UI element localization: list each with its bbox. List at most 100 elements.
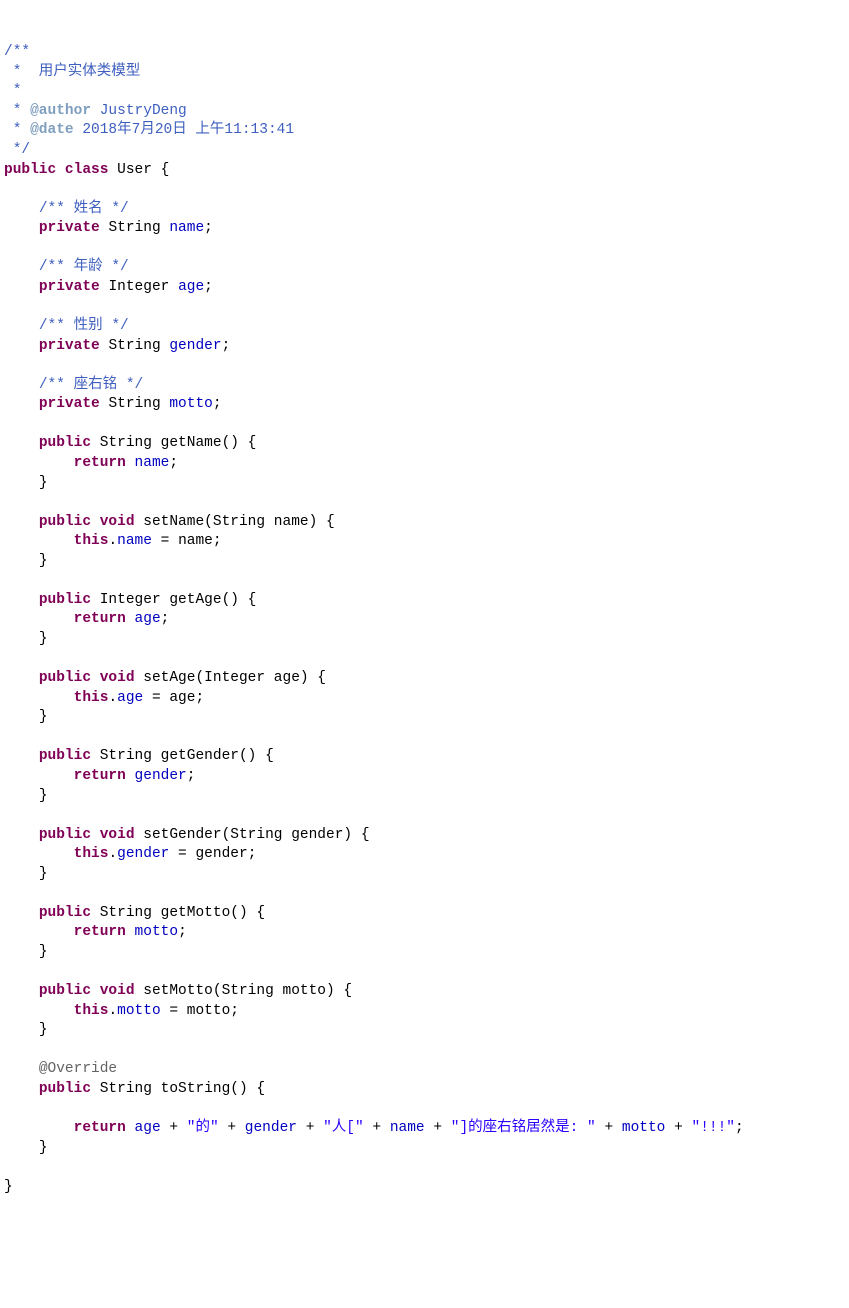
field-name: name [169,220,204,236]
type-string: String [100,1081,152,1097]
paren: () [222,592,239,608]
method-getname: getName [161,435,222,451]
kw-return: return [74,455,126,471]
brace-open: { [335,983,352,999]
ref-age: age [135,611,161,627]
str-ren: "人[" [323,1120,364,1136]
plus: + [596,1120,622,1136]
kw-class: class [65,162,109,178]
eq: = [143,690,169,706]
method-setage: setAge [143,670,195,686]
kw-public: public [4,162,56,178]
javadoc-blank: * [4,83,21,99]
plus: + [297,1120,323,1136]
kw-private: private [39,220,100,236]
param-age: age [169,690,195,706]
paren: () [239,748,256,764]
kw-public: public [39,827,91,843]
paren-close: ) [300,670,309,686]
ref-name: name [117,533,152,549]
param-gender: gender [195,846,247,862]
brace-open: { [317,514,334,530]
ref-motto: motto [135,924,179,940]
type-string: String [100,905,152,921]
javadoc-close: */ [4,142,30,158]
field-gender: gender [169,338,221,354]
type-string: String [108,396,160,412]
ref-age: age [135,1120,161,1136]
eq: = [169,846,195,862]
type-integer: Integer [108,279,169,295]
field-gender-comment: /** 性别 */ [39,318,129,334]
type-integer: Integer [204,670,265,686]
kw-return: return [74,611,126,627]
field-age-comment: /** 年龄 */ [39,259,129,275]
kw-this: this [74,690,109,706]
method-tostring: toString [161,1081,231,1097]
code-block: /** * 用户实体类模型 * * @author JustryDeng * @… [4,43,845,1197]
ref-name: name [390,1120,425,1136]
brace-close: } [39,553,48,569]
dot: . [108,846,117,862]
brace-open: { [352,827,369,843]
sc: ; [169,455,178,471]
sc: ; [187,768,196,784]
eq: = [152,533,178,549]
kw-private: private [39,338,100,354]
kw-private: private [39,396,100,412]
plus: + [219,1120,245,1136]
kw-public: public [39,905,91,921]
class-name: User [117,162,152,178]
paren: () [230,1081,247,1097]
kw-public: public [39,1081,91,1097]
type-string: String [100,435,152,451]
kw-void: void [100,983,135,999]
method-getmotto: getMotto [161,905,231,921]
kw-this: this [74,846,109,862]
sc: ; [213,396,222,412]
dot: . [108,533,117,549]
brace-open: { [152,162,169,178]
param-name: name [178,533,213,549]
javadoc-author-val: JustryDeng [91,103,187,119]
method-setgender: setGender [143,827,221,843]
field-motto: motto [169,396,213,412]
type-string: String [108,220,160,236]
sc: ; [213,533,222,549]
plus: + [425,1120,451,1136]
class-brace-close: } [4,1179,13,1195]
kw-private: private [39,279,100,295]
javadoc-date-line: * [4,122,30,138]
brace-open: { [248,905,265,921]
kw-void: void [100,670,135,686]
sc: ; [735,1120,744,1136]
str-de: "的" [187,1120,219,1136]
javadoc-date-val: 2018年7月20日 上午11:13:41 [74,122,294,138]
plus: + [665,1120,691,1136]
type-string: String [222,983,274,999]
kw-public: public [39,983,91,999]
sc: ; [204,279,213,295]
plus: + [364,1120,390,1136]
brace-open: { [309,670,326,686]
paren-close: ) [309,514,318,530]
field-age: age [178,279,204,295]
kw-void: void [100,827,135,843]
ref-gender: gender [245,1120,297,1136]
paren-open: ( [204,514,213,530]
method-setmotto: setMotto [143,983,213,999]
paren-close: ) [326,983,335,999]
annotation-override: @Override [39,1061,117,1077]
method-getage: getAge [169,592,221,608]
type-integer: Integer [100,592,161,608]
param-name: name [274,514,309,530]
brace-close: } [39,866,48,882]
brace-close: } [39,788,48,804]
paren: () [230,905,247,921]
ref-name: name [135,455,170,471]
param-motto: motto [187,1003,231,1019]
type-string: String [108,338,160,354]
sc: ; [230,1003,239,1019]
ref-gender: gender [117,846,169,862]
brace-close: } [39,709,48,725]
